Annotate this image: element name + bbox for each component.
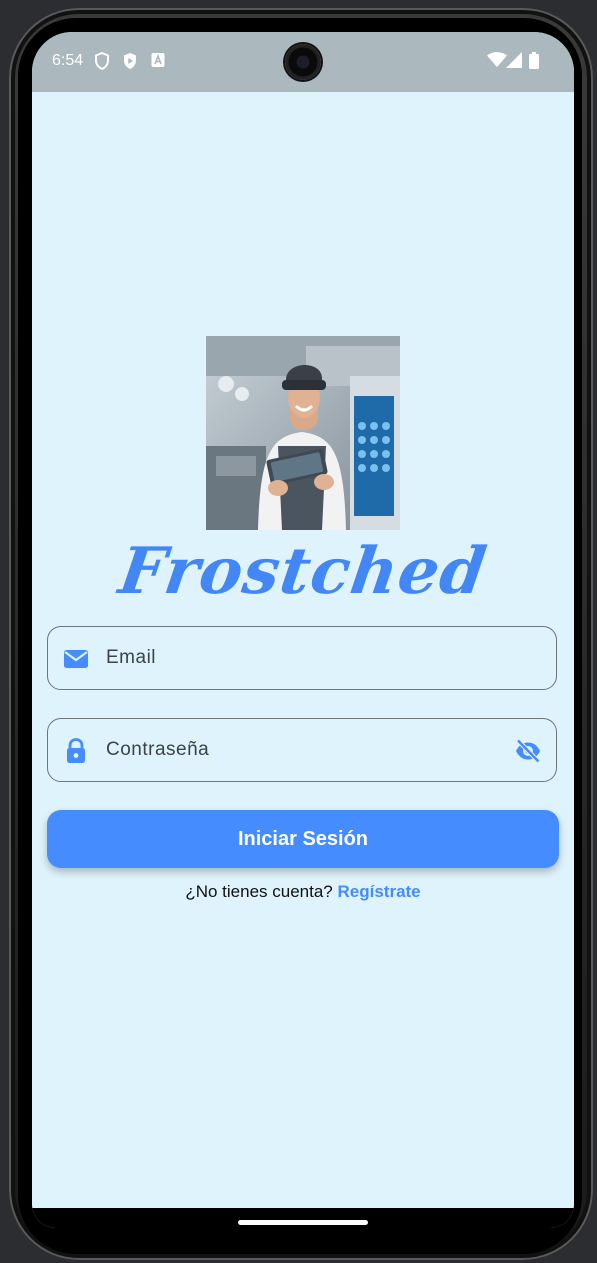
password-field[interactable]: Contraseña	[47, 718, 557, 782]
no-account-text: ¿No tienes cuenta?	[185, 882, 333, 901]
app-logo-text: Frostched	[114, 534, 492, 609]
password-placeholder: Contraseña	[106, 739, 210, 760]
play-protect-icon	[122, 52, 138, 75]
hero-image	[206, 336, 400, 530]
register-link[interactable]: Regístrate	[338, 882, 421, 901]
status-time: 6:54	[52, 52, 84, 69]
email-field[interactable]: Email	[47, 626, 557, 690]
login-button[interactable]: Iniciar Sesión	[47, 810, 559, 868]
front-camera	[285, 44, 321, 80]
signal-icon	[506, 52, 522, 73]
register-prompt: ¿No tienes cuenta? Regístrate	[32, 882, 574, 902]
a-badge-icon	[151, 52, 165, 73]
email-placeholder: Email	[106, 647, 157, 668]
lock-icon	[62, 737, 90, 765]
screen: 6:54 Frostched Email Contraseña Iniciar …	[32, 32, 574, 1228]
login-page: Frostched Email Contraseña Iniciar Sesió…	[32, 92, 574, 1208]
shield-icon	[94, 51, 110, 75]
battery-icon	[529, 52, 539, 74]
wifi-icon	[487, 52, 507, 73]
mail-icon	[62, 645, 90, 673]
home-gesture-pill[interactable]	[238, 1220, 368, 1225]
navigation-bar	[32, 1208, 574, 1228]
visibility-off-icon[interactable]	[514, 737, 542, 765]
